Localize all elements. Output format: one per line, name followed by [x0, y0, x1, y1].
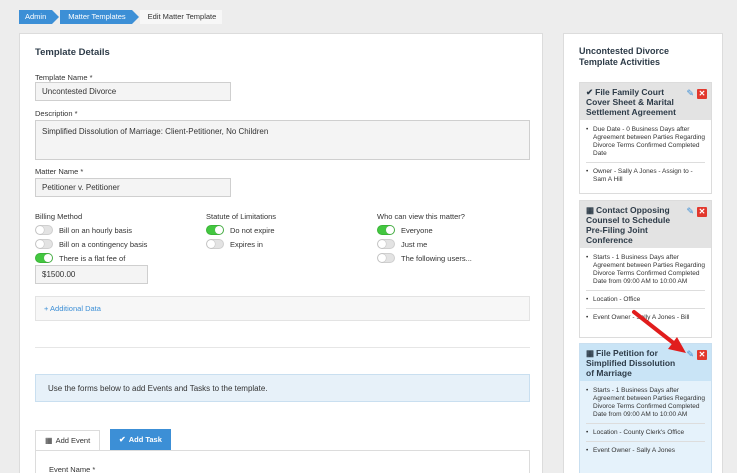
calendar-icon: ▦ — [45, 436, 53, 445]
description-label: Description * — [35, 109, 78, 118]
tab-add-task[interactable]: ✔ Add Task — [110, 429, 171, 450]
activity-card-title-text: File Petition for Simplified Dissolution… — [586, 348, 676, 378]
activity-card-title-text: File Family Court Cover Sheet & Marital … — [586, 87, 676, 117]
check-icon: ✔ — [586, 87, 594, 97]
activity-card-actions: ✎ ✕ — [686, 349, 707, 360]
activity-card-actions: ✎ ✕ — [686, 206, 707, 217]
edit-icon[interactable]: ✎ — [686, 88, 694, 99]
visibility-everyone-label: Everyone — [401, 225, 433, 235]
activity-card-header: ▦ Contact Opposing Counsel to Schedule Pr… — [580, 201, 711, 248]
billing-contingency-toggle[interactable] — [35, 239, 53, 249]
edit-icon[interactable]: ✎ — [686, 206, 694, 217]
statute-no-expire-toggle[interactable] — [206, 225, 224, 235]
activity-separator — [586, 308, 705, 309]
activity-card-body: Starts - 1 Business Days after Agreement… — [580, 248, 711, 330]
breadcrumb-current: Edit Matter Template — [139, 10, 223, 24]
delete-icon[interactable]: ✕ — [697, 206, 707, 217]
tab-add-event-label: Add Event — [55, 436, 91, 445]
billing-flat-fee-label: There is a flat fee of — [59, 253, 126, 263]
activity-card-title: ✔ File Family Court Cover Sheet & Marital… — [586, 87, 684, 117]
billing-flat-fee-toggle[interactable] — [35, 253, 53, 263]
activities-title: Uncontested Divorce Template Activities — [579, 46, 670, 67]
edit-icon[interactable]: ✎ — [686, 349, 694, 360]
activity-card-title-text: Contact Opposing Counsel to Schedule Pre… — [586, 205, 671, 245]
activity-card-title: ▦ Contact Opposing Counsel to Schedule Pr… — [586, 205, 684, 245]
activity-card: ▦ Contact Opposing Counsel to Schedule Pr… — [579, 200, 712, 338]
visibility-options: Everyone Just me The following users... — [377, 224, 472, 264]
calendar-icon: ▦ — [586, 205, 595, 215]
activity-separator — [586, 162, 705, 163]
activity-card-body: Starts - 1 Business Days after Agreement… — [580, 381, 711, 463]
activity-card-body: Due Date - 0 Business Days after Agreeme… — [580, 120, 711, 192]
visibility-just-me-label: Just me — [401, 239, 428, 249]
activity-detail: Location - Office — [586, 296, 705, 304]
activity-card-header: ✔ File Family Court Cover Sheet & Marital… — [580, 83, 711, 120]
activity-separator — [586, 290, 705, 291]
divider — [35, 347, 530, 348]
event-name-label: Event Name * — [49, 465, 96, 473]
billing-flat-fee-option[interactable]: There is a flat fee of — [35, 252, 147, 264]
matter-name-input[interactable]: Petitioner v. Petitioner — [35, 178, 231, 197]
template-details-panel: Template Details Template Name * Unconte… — [19, 33, 543, 473]
template-name-input[interactable]: Uncontested Divorce — [35, 82, 231, 101]
visibility-everyone-option[interactable]: Everyone — [377, 224, 472, 236]
statute-no-expire-label: Do not expire — [230, 225, 275, 235]
activity-detail: Starts - 1 Business Days after Agreement… — [586, 254, 705, 286]
activity-detail: Owner - Sally A Jones - Assign to - Sam … — [586, 168, 705, 184]
statute-no-expire-option[interactable]: Do not expire — [206, 224, 275, 236]
statute-label: Statute of Limitations — [206, 212, 277, 221]
activity-detail: Event Owner - Sally A Jones - Bill — [586, 314, 705, 322]
billing-hourly-toggle[interactable] — [35, 225, 53, 235]
template-name-label: Template Name * — [35, 73, 93, 82]
activity-detail: Location - County Clerk's Office — [586, 429, 705, 437]
tab-add-event[interactable]: ▦ Add Event — [35, 430, 101, 451]
billing-contingency-option[interactable]: Bill on a contingency basis — [35, 238, 147, 250]
activity-detail: Starts - 1 Business Days after Agreement… — [586, 387, 705, 419]
statute-expires-toggle[interactable] — [206, 239, 224, 249]
statute-options: Do not expire Expires in — [206, 224, 275, 250]
statute-expires-option[interactable]: Expires in — [206, 238, 275, 250]
activity-card-header: ▦ File Petition for Simplified Dissolutio… — [580, 344, 711, 381]
billing-hourly-option[interactable]: Bill on an hourly basis — [35, 224, 147, 236]
flat-fee-input[interactable]: $1500.00 — [35, 265, 148, 284]
section-title: Template Details — [35, 47, 110, 58]
breadcrumb-matter-templates[interactable]: Matter Templates — [60, 10, 140, 24]
activity-card-title: ▦ File Petition for Simplified Dissolutio… — [586, 348, 684, 378]
activity-card-actions: ✎ ✕ — [686, 88, 707, 99]
activity-detail: Event Owner - Sally A Jones — [586, 447, 705, 455]
matter-name-label: Matter Name * — [35, 167, 84, 176]
visibility-users-toggle[interactable] — [377, 253, 395, 263]
activities-panel: Uncontested Divorce Template Activities … — [563, 33, 723, 473]
visibility-everyone-toggle[interactable] — [377, 225, 395, 235]
calendar-icon: ▦ — [586, 348, 595, 358]
delete-icon[interactable]: ✕ — [697, 349, 707, 360]
activity-card: ✔ File Family Court Cover Sheet & Marital… — [579, 82, 712, 194]
activity-card-highlighted: ▦ File Petition for Simplified Dissolutio… — [579, 343, 712, 473]
visibility-users-option[interactable]: The following users... — [377, 252, 472, 264]
billing-method-label: Billing Method — [35, 212, 83, 221]
activity-detail: Due Date - 0 Business Days after Agreeme… — [586, 126, 705, 158]
additional-data-toggle[interactable]: + Additional Data — [35, 296, 530, 321]
visibility-users-label: The following users... — [401, 253, 472, 263]
activity-separator — [586, 423, 705, 424]
statute-expires-label: Expires in — [230, 239, 263, 249]
add-event-form: Event Name * — [35, 450, 530, 473]
breadcrumb-admin[interactable]: Admin — [19, 10, 60, 24]
visibility-just-me-option[interactable]: Just me — [377, 238, 472, 250]
breadcrumb: Admin Matter Templates Edit Matter Templ… — [19, 10, 230, 24]
visibility-label: Who can view this matter? — [377, 212, 465, 221]
description-textarea[interactable]: Simplified Dissolution of Marriage: Clie… — [35, 120, 530, 160]
visibility-just-me-toggle[interactable] — [377, 239, 395, 249]
billing-hourly-label: Bill on an hourly basis — [59, 225, 132, 235]
billing-contingency-label: Bill on a contingency basis — [59, 239, 148, 249]
billing-options: Bill on an hourly basis Bill on a contin… — [35, 224, 147, 264]
activity-separator — [586, 441, 705, 442]
delete-icon[interactable]: ✕ — [697, 88, 707, 99]
tab-add-task-label: Add Task — [128, 435, 162, 444]
info-banner: Use the forms below to add Events and Ta… — [35, 374, 530, 402]
check-icon: ✔ — [119, 435, 126, 444]
